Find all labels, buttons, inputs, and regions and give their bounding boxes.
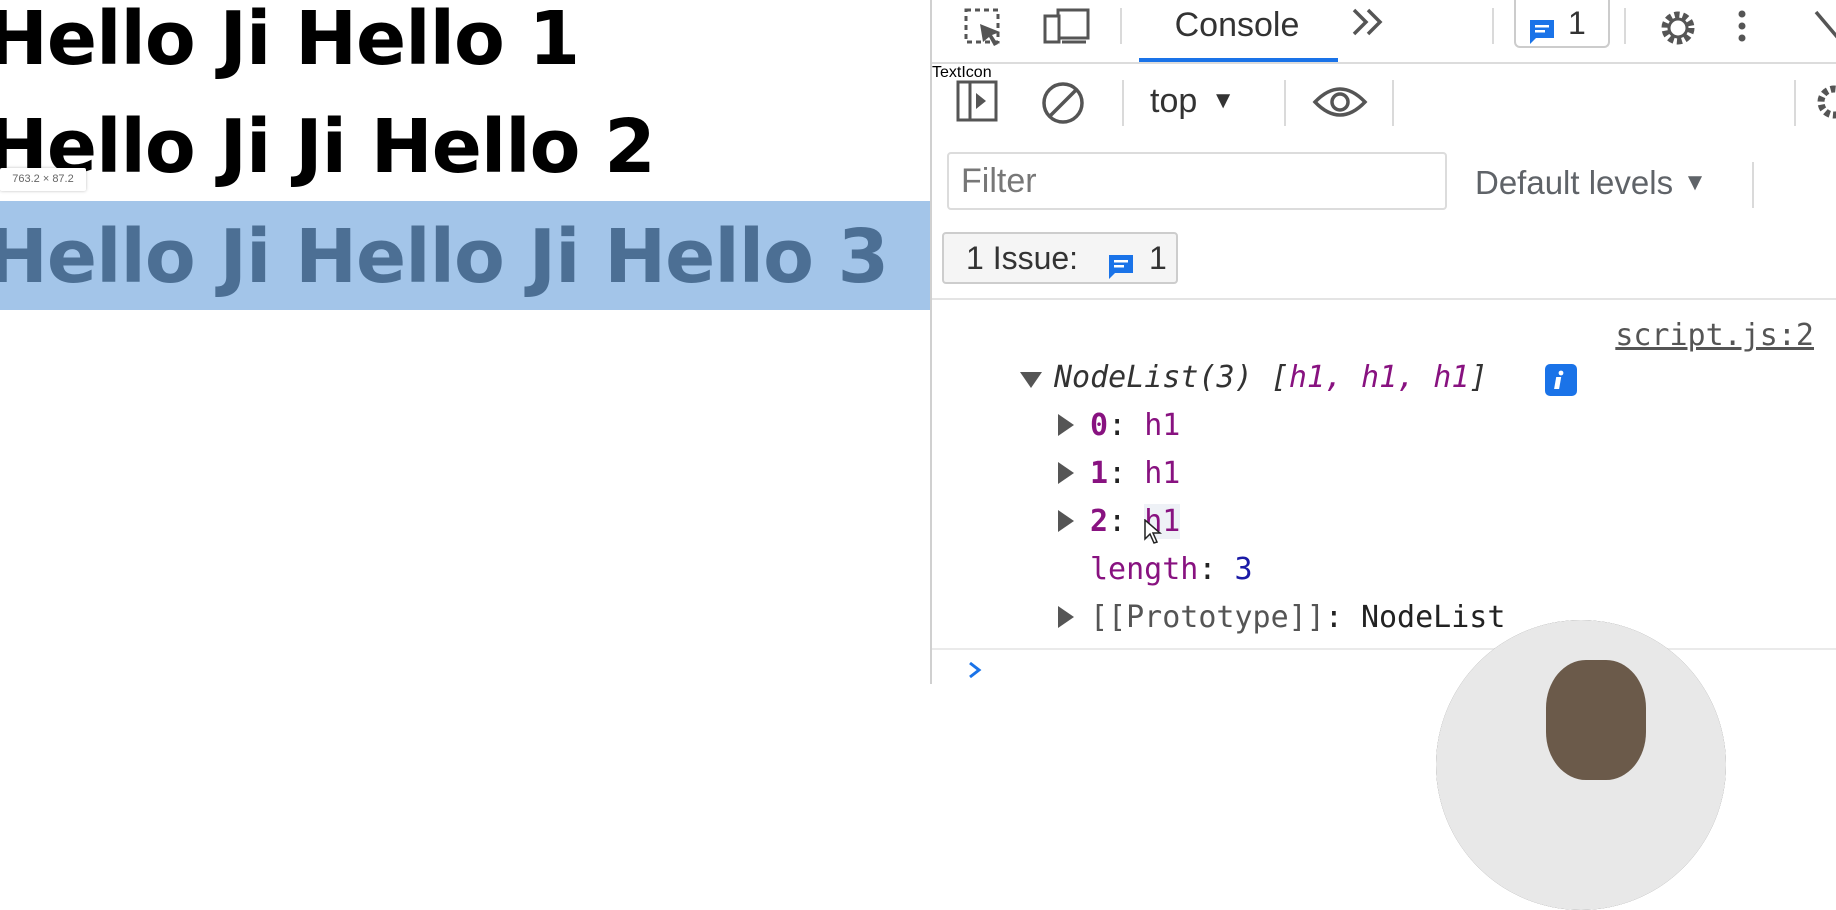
js-context-select[interactable]: top ▼	[1150, 82, 1235, 121]
message-icon	[1107, 244, 1135, 292]
entry-key: 0	[1090, 408, 1109, 443]
issues-count: 1	[1568, 5, 1586, 41]
device-toolbar-icon[interactable]	[1042, 6, 1090, 50]
length-key: length	[1090, 552, 1199, 587]
issues-label: 1 Issue:	[966, 240, 1079, 276]
entry-value: h1	[1144, 456, 1181, 491]
expand-triangle-icon[interactable]	[1058, 606, 1074, 628]
more-options-kebab-icon[interactable]	[1732, 6, 1776, 50]
entry-key: 1	[1090, 456, 1109, 491]
length-value: 3	[1234, 552, 1253, 587]
webcam-overlay	[1436, 620, 1726, 910]
filter-input[interactable]	[947, 152, 1447, 210]
prototype-key: [[Prototype]]	[1090, 600, 1325, 635]
entry-key: 2	[1090, 504, 1109, 539]
nodelist-prefix: NodeList(3) [	[1054, 360, 1289, 395]
filter-separator	[1752, 162, 1754, 208]
active-tab-indicator	[1139, 58, 1338, 62]
presenter-video	[1546, 660, 1646, 780]
console-settings-gear-icon[interactable]	[1812, 80, 1836, 124]
message-icon	[1528, 10, 1556, 56]
page-viewport: Hello Ji Hello 1 Hello Ji Ji Hello 2 Hel…	[0, 0, 930, 684]
expand-triangle-icon[interactable]	[1058, 510, 1074, 532]
length-property: length: 3	[1090, 552, 1253, 587]
issues-button-count: 1	[1149, 240, 1167, 276]
devtools-tabbar: Console 1	[932, 0, 1836, 64]
info-icon[interactable]	[1545, 364, 1577, 401]
live-expression-eye-icon[interactable]	[1312, 82, 1368, 126]
toolbar-separator	[1392, 80, 1394, 126]
dropdown-caret-icon: ▼	[1683, 169, 1707, 196]
issues-counter-button[interactable]: 1	[1514, 0, 1610, 48]
heading-1: Hello Ji Hello 1	[0, 0, 580, 82]
source-link[interactable]: script.js:2	[1615, 318, 1814, 353]
issues-bar: 1 Issue: 1	[932, 222, 1836, 300]
mouse-cursor-icon	[1144, 518, 1163, 553]
prompt-chevron-icon	[966, 656, 984, 684]
close-devtools-icon[interactable]	[1812, 6, 1836, 50]
log-levels-label: Default levels	[1475, 164, 1674, 201]
inspect-element-icon[interactable]	[962, 6, 1006, 50]
expand-triangle-icon[interactable]	[1058, 414, 1074, 436]
toolbar-separator	[1284, 80, 1286, 126]
toolbar-separator	[1794, 80, 1796, 126]
settings-gear-icon[interactable]	[1656, 6, 1700, 50]
tabbar-separator	[1492, 8, 1494, 44]
console-filter-bar: Default levels ▼	[932, 142, 1836, 222]
nodelist-suffix: ]	[1469, 360, 1488, 395]
js-context-value: top	[1150, 82, 1198, 120]
dropdown-caret-icon: ▼	[1211, 87, 1236, 114]
nodelist-items: h1, h1, h1	[1288, 360, 1470, 395]
heading-2: Hello Ji Ji Hello 2	[0, 104, 656, 190]
tabbar-separator	[1120, 8, 1122, 44]
devtools-panel: Console 1 TextIcon top ▼ Filter Default …	[930, 0, 1836, 684]
entry-value: h1	[1144, 408, 1181, 443]
collapse-triangle-icon[interactable]	[1020, 372, 1042, 388]
element-dimension-tooltip: 763.2 × 87.2	[0, 168, 86, 191]
expand-triangle-icon[interactable]	[1058, 462, 1074, 484]
toolbar-separator	[1122, 80, 1124, 126]
tab-console[interactable]: Console	[1137, 0, 1337, 62]
issues-button[interactable]: 1 Issue: 1	[942, 232, 1178, 284]
heading-3: Hello Ji Hello Ji Hello 3	[0, 214, 889, 300]
clear-console-icon[interactable]	[1040, 80, 1084, 124]
tabbar-separator	[1624, 8, 1626, 44]
console-toolbar: TextIcon top ▼	[932, 64, 1836, 142]
more-tabs-icon[interactable]	[1350, 4, 1390, 54]
console-output: script.js:2 NodeList(3) [h1, h1, h1] 0: …	[932, 300, 1836, 640]
log-levels-dropdown[interactable]: Default levels ▼	[1475, 164, 1707, 202]
sidebar-toggle-icon[interactable]	[956, 80, 1000, 124]
